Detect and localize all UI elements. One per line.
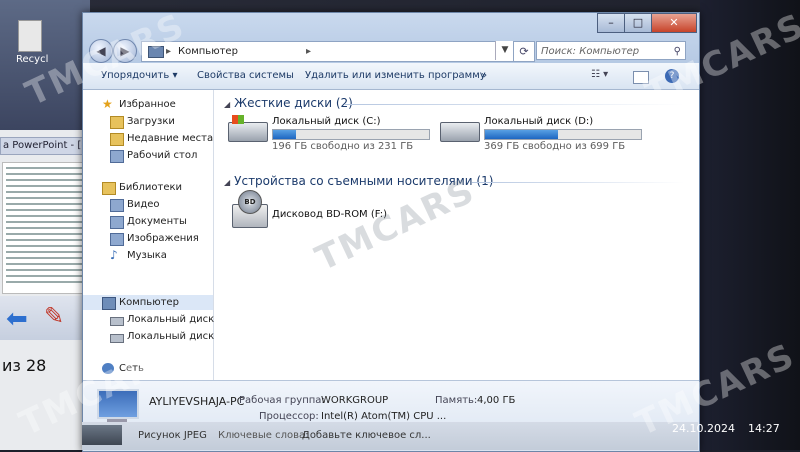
nav-favorites[interactable]: ★ Избранное <box>102 98 176 112</box>
chevron-right-icon[interactable]: ▸ <box>166 42 171 61</box>
close-button[interactable]: ✕ <box>651 13 697 33</box>
more-commands-button[interactable]: » <box>481 70 487 81</box>
address-bar[interactable]: ▸ Компьютер ▸ <box>141 41 523 62</box>
nav-libraries[interactable]: Библиотеки <box>102 181 182 195</box>
images-library-icon <box>110 233 124 246</box>
drive-name: Локальный диск (C:) <box>272 116 381 127</box>
uninstall-program-button[interactable]: Удалить или изменить программу <box>305 70 486 81</box>
breadcrumb-computer[interactable]: Компьютер <box>178 42 238 61</box>
memory-label: Память: <box>435 395 478 406</box>
help-icon[interactable]: ? <box>665 69 679 83</box>
bd-disc-icon: BD <box>238 190 262 214</box>
refresh-button[interactable]: ⟳ <box>513 41 535 62</box>
minimize-button[interactable]: – <box>597 13 625 33</box>
content-pane: ◢ Жесткие диски (2) Локальный диск (C:) 1… <box>214 90 699 380</box>
organize-menu[interactable]: Упорядочить ▾ <box>101 70 177 81</box>
chevron-right-icon[interactable]: ▸ <box>306 42 311 61</box>
group-header-removable[interactable]: ◢ Устройства со съемными носителями (1) <box>224 174 493 188</box>
keywords-value[interactable]: Добавьте ключевое сл... <box>302 430 431 441</box>
screen-bezel <box>700 0 800 450</box>
clock-date: 24.10.2024 <box>672 422 735 435</box>
group-divider <box>344 104 684 105</box>
desktop-icon <box>110 150 124 163</box>
nav-images[interactable]: Изображения <box>110 232 199 246</box>
workgroup-label: Рабочая группа: <box>239 395 325 406</box>
recycle-bin-label: Recycl <box>16 54 49 65</box>
group-divider <box>472 182 684 183</box>
collapse-arrow-icon[interactable]: ◢ <box>224 100 230 109</box>
drive-d[interactable]: Локальный диск (D:) 369 ГБ свободно из 6… <box>440 116 650 156</box>
background-app-header <box>0 0 90 130</box>
hard-drive-icon <box>228 115 268 142</box>
view-options-icon[interactable]: ☷ ▾ <box>591 69 608 80</box>
nav-video[interactable]: Видео <box>110 198 160 212</box>
drive-icon <box>110 317 124 326</box>
cpu-value: Intel(R) Atom(TM) CPU ... <box>321 411 447 422</box>
nav-documents[interactable]: Документы <box>110 215 187 229</box>
file-type: Рисунок JPEG <box>138 430 207 441</box>
group-header-hard-drives[interactable]: ◢ Жесткие диски (2) <box>224 96 353 110</box>
background-app-tools: ⬅ ✎ <box>0 296 90 340</box>
nav-recent-places[interactable]: Недавние места <box>110 132 213 146</box>
background-app-window: a PowerPoint - [8 ⬅ ✎ из 28 <box>0 0 90 450</box>
computer-icon <box>102 297 116 310</box>
clock-time: 14:27 <box>748 422 780 435</box>
drive-free-space: 196 ГБ свободно из 231 ГБ <box>272 141 414 152</box>
maximize-button[interactable]: □ <box>624 13 652 33</box>
bd-rom-drive[interactable]: BD Дисковод BD-ROM (F:) <box>232 190 432 234</box>
pen-icon[interactable]: ✎ <box>44 302 64 330</box>
hard-drive-icon <box>440 122 480 142</box>
arrow-left-icon[interactable]: ⬅ <box>6 304 28 334</box>
keywords-label: Ключевые слова: <box>218 430 309 441</box>
drive-icon <box>110 334 124 343</box>
command-bar: Упорядочить ▾ Свойства системы Удалить и… <box>83 63 699 90</box>
search-placeholder: Поиск: Компьютер <box>541 46 640 57</box>
collapse-arrow-icon[interactable]: ◢ <box>224 178 230 187</box>
nav-downloads[interactable]: Загрузки <box>110 115 175 129</box>
pc-name: AYLIYEVSHAJA-PC <box>149 395 245 408</box>
background-document <box>2 162 88 294</box>
video-library-icon <box>110 199 124 212</box>
system-properties-button[interactable]: Свойства системы <box>197 70 294 81</box>
libraries-icon <box>102 182 116 195</box>
music-icon: ♪ <box>110 248 118 262</box>
navigation-pane: ★ Избранное Загрузки Недавние места Рабоч… <box>83 90 229 380</box>
page-counter: из 28 <box>2 356 47 375</box>
drive-free-space: 369 ГБ свободно из 699 ГБ <box>484 141 626 152</box>
forward-button[interactable]: ▶ <box>113 39 137 63</box>
memory-value: 4,00 ГБ <box>477 395 516 406</box>
image-thumbnail <box>82 425 122 445</box>
cpu-label: Процессор: <box>259 411 319 422</box>
nav-network[interactable]: Сеть <box>102 362 144 376</box>
background-window-details: Рисунок JPEG Ключевые слова: Добавьте кл… <box>82 422 698 450</box>
back-button[interactable]: ◀ <box>89 39 113 63</box>
network-icon <box>102 363 114 374</box>
usage-bar <box>272 129 430 140</box>
usage-fill <box>273 130 297 139</box>
chevron-down-icon[interactable]: ▼ <box>495 41 514 60</box>
search-icon[interactable]: ⚲ <box>674 42 681 61</box>
nav-desktop[interactable]: Рабочий стол <box>110 149 197 163</box>
recycle-bin-icon[interactable] <box>18 20 42 52</box>
workgroup-value: WORKGROUP <box>321 395 389 406</box>
background-app-task[interactable]: a PowerPoint - [8 <box>0 137 90 155</box>
documents-library-icon <box>110 216 124 229</box>
nav-music[interactable]: ♪ Музыка <box>110 249 167 263</box>
drive-name: Локальный диск (D:) <box>484 116 594 127</box>
downloads-folder-icon <box>110 116 124 129</box>
drive-name: Дисковод BD-ROM (F:) <box>272 209 388 220</box>
explorer-window: – □ ✕ ◀ ▶ ▸ Компьютер ▸ ▼ ⟳ Поиск: Компь… <box>82 12 700 452</box>
nav-computer[interactable]: Компьютер <box>102 296 179 310</box>
computer-icon <box>148 46 164 58</box>
recent-places-icon <box>110 133 124 146</box>
star-icon: ★ <box>102 97 113 111</box>
drive-c[interactable]: Локальный диск (C:) 196 ГБ свободно из 2… <box>228 115 438 156</box>
preview-pane-icon[interactable] <box>633 71 649 84</box>
search-input[interactable]: Поиск: Компьютер ⚲ <box>536 41 686 60</box>
computer-monitor-icon <box>97 389 139 419</box>
usage-fill <box>485 130 559 139</box>
usage-bar <box>484 129 642 140</box>
